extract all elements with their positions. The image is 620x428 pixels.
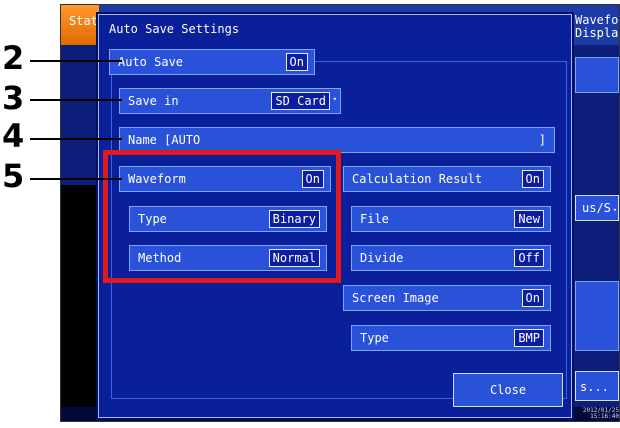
auto-save-value[interactable]: On	[285, 53, 308, 71]
close-button[interactable]: Close	[453, 373, 563, 407]
background-panel	[575, 57, 619, 93]
screen-image-value[interactable]: On	[521, 289, 544, 307]
file-label: File	[360, 212, 389, 226]
callout-4-leader	[30, 138, 122, 140]
save-in-label: Save in	[128, 94, 179, 108]
callout-2-leader	[30, 60, 122, 62]
divide-row[interactable]: Divide Off	[351, 245, 551, 271]
waveform-group-highlight	[103, 150, 341, 283]
dropdown-arrow-icon: ▾	[332, 95, 337, 103]
side-panel	[61, 185, 99, 421]
divide-value[interactable]: Off	[514, 249, 544, 267]
callout-5-leader	[30, 178, 122, 180]
screen-image-label: Screen Image	[352, 291, 439, 305]
save-in-row[interactable]: Save in SD Card ▾	[119, 88, 341, 114]
divide-label: Divide	[360, 251, 404, 265]
callout-4: 4	[2, 117, 25, 155]
file-value[interactable]: New	[514, 210, 544, 228]
more-button[interactable]: s...	[575, 371, 619, 401]
callout-3-leader	[30, 99, 122, 101]
calculation-result-label: Calculation Result	[352, 172, 483, 186]
auto-save-row[interactable]: Auto Save On	[109, 49, 315, 75]
callout-3: 3	[2, 79, 25, 117]
callout-5: 5	[2, 157, 25, 195]
image-type-value[interactable]: BMP	[514, 329, 544, 347]
tab-start[interactable]: Stat	[61, 5, 99, 45]
name-label: Name [AUTO	[128, 133, 201, 147]
name-end-bracket: ]	[538, 133, 546, 147]
clock-time: 15:16:40	[590, 413, 619, 420]
sample-rate-select[interactable]: us/S ▾	[575, 195, 619, 221]
image-type-row[interactable]: Type BMP	[351, 325, 551, 351]
calculation-result-value[interactable]: On	[521, 170, 544, 188]
clock: 2012/01/25 15:16:40	[583, 408, 619, 420]
auto-save-label: Auto Save	[118, 55, 184, 69]
dropdown-arrow-icon: ▾	[612, 206, 618, 214]
background-panel	[575, 281, 619, 351]
image-type-label: Type	[360, 331, 389, 345]
save-in-value[interactable]: SD Card	[271, 92, 330, 110]
calculation-result-row[interactable]: Calculation Result On	[343, 166, 551, 192]
screen-image-row[interactable]: Screen Image On	[343, 285, 551, 311]
dialog-title: Auto Save Settings	[109, 22, 240, 36]
callout-2: 2	[2, 39, 25, 77]
file-row[interactable]: File New	[351, 206, 551, 232]
